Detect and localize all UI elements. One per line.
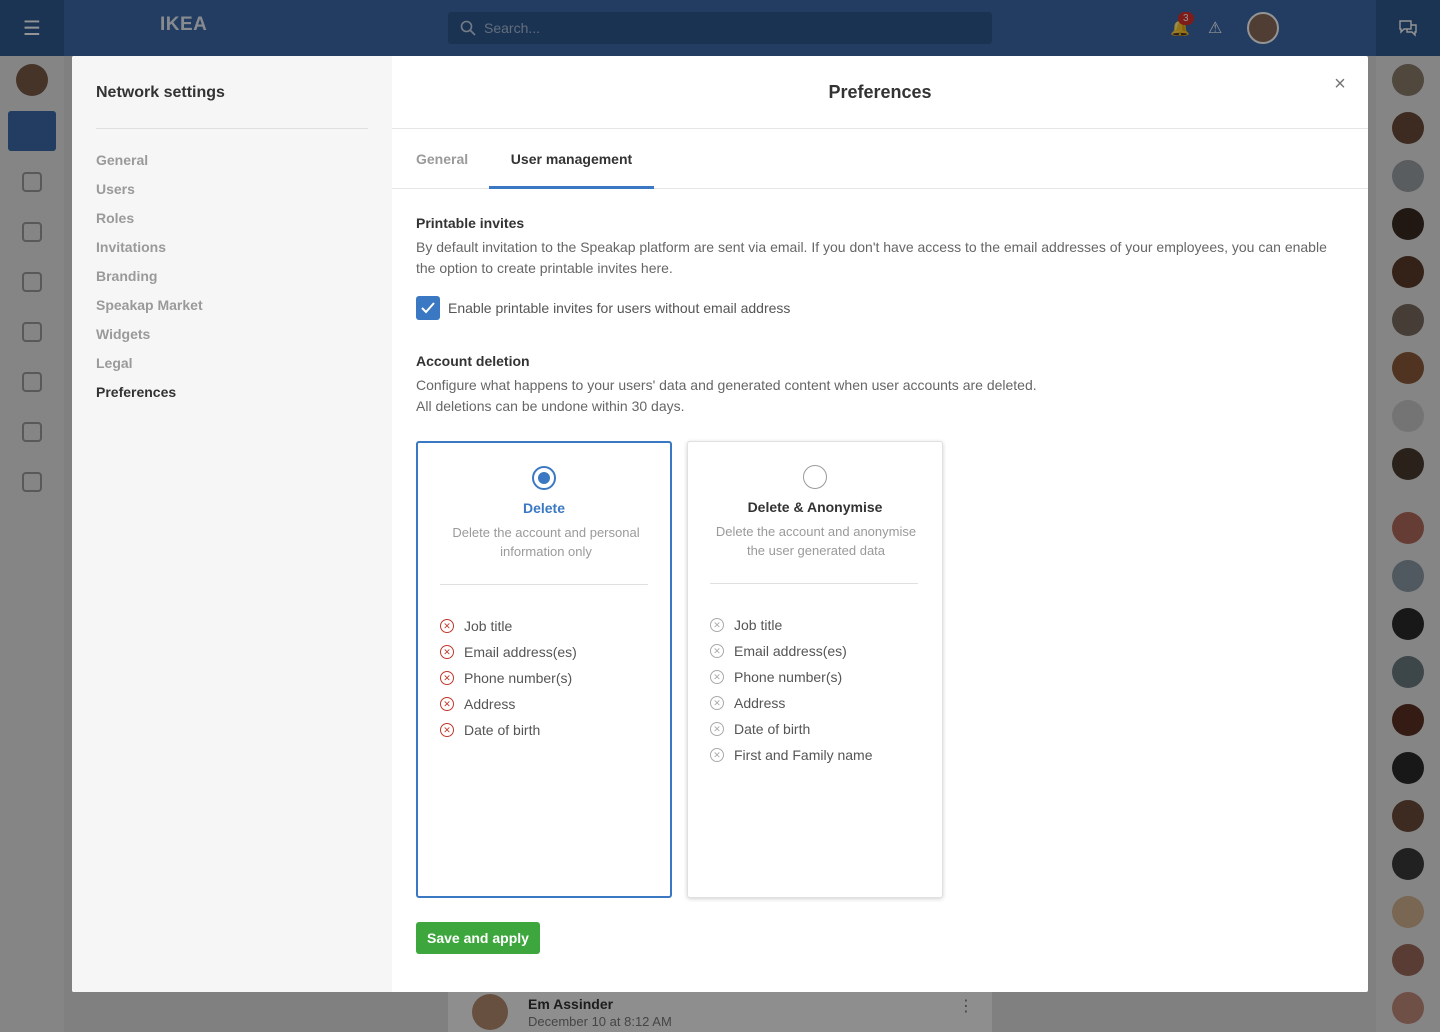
page-title: Preferences <box>828 82 932 102</box>
sidebar-divider <box>96 128 368 129</box>
sidebar-item-preferences[interactable]: Preferences <box>96 384 203 413</box>
sidebar-title: Network settings <box>96 84 225 101</box>
list-item: ✕ Address <box>440 691 577 717</box>
field-label: Address <box>734 695 786 711</box>
field-label: Date of birth <box>464 722 541 738</box>
list-item: ✕ Job title <box>710 612 872 638</box>
field-label: Job title <box>734 617 783 633</box>
option-divider <box>440 584 648 585</box>
delete-anonymise-radio[interactable] <box>803 465 827 489</box>
printable-invites-description: By default invitation to the Speakap pla… <box>416 239 1327 276</box>
sidebar-item-speakap-market[interactable]: Speakap Market <box>96 297 203 326</box>
tab-general[interactable]: General <box>416 129 468 189</box>
field-label: Address <box>464 696 516 712</box>
x-circle-icon: ✕ <box>440 697 454 711</box>
sidebar-item-roles[interactable]: Roles <box>96 210 203 239</box>
x-circle-icon: ✕ <box>440 645 454 659</box>
sidebar-item-branding[interactable]: Branding <box>96 268 203 297</box>
close-icon[interactable]: × <box>1332 74 1348 94</box>
option-title: Delete & Anonymise <box>747 499 883 515</box>
option-divider <box>710 583 918 584</box>
field-label: Email address(es) <box>464 644 577 660</box>
sidebar-item-invitations[interactable]: Invitations <box>96 239 203 268</box>
field-label: Phone number(s) <box>464 670 573 686</box>
settings-sidebar: Network settings General Users Roles Inv… <box>72 56 392 992</box>
list-item: ✕ Address <box>710 690 872 716</box>
x-circle-icon: ✕ <box>710 722 724 736</box>
field-label: Phone number(s) <box>734 669 843 685</box>
x-circle-icon: ✕ <box>710 644 724 658</box>
account-deletion-description-line: Configure what happens to your users' da… <box>416 377 1037 393</box>
printable-invites-option[interactable]: Enable printable invites for users witho… <box>416 296 790 320</box>
save-and-apply-button[interactable]: Save and apply <box>416 922 540 954</box>
x-circle-icon: ✕ <box>710 696 724 710</box>
checkmark-icon <box>421 302 435 314</box>
list-item: ✕ Job title <box>440 613 577 639</box>
x-circle-icon: ✕ <box>440 619 454 633</box>
list-item: ✕ Date of birth <box>440 717 577 743</box>
list-item: ✕ Date of birth <box>710 716 872 742</box>
list-item: ✕ Phone number(s) <box>710 664 872 690</box>
field-label: Job title <box>464 618 513 634</box>
list-item: ✕ First and Family name <box>710 742 872 768</box>
sidebar-item-general[interactable]: General <box>96 152 203 181</box>
settings-content: Preferences × General User management Pr… <box>392 56 1368 992</box>
field-label: Email address(es) <box>734 643 847 659</box>
account-deletion-description-line: All deletions can be undone within 30 da… <box>416 398 685 414</box>
deleted-fields-list: ✕ Job title ✕ Email address(es) ✕ Phone num… <box>440 613 577 743</box>
tab-user-management[interactable]: User management <box>489 129 654 189</box>
printable-invites-checkbox[interactable] <box>416 296 440 320</box>
account-deletion-description: Configure what happens to your users' da… <box>416 375 1336 417</box>
sidebar-item-widgets[interactable]: Widgets <box>96 326 203 355</box>
x-circle-icon: ✕ <box>440 671 454 685</box>
sidebar-menu: General Users Roles Invitations Branding… <box>96 152 203 413</box>
option-description: Delete the account and personal informat… <box>452 525 640 559</box>
tab-bar: General User management <box>392 129 1368 189</box>
sidebar-item-legal[interactable]: Legal <box>96 355 203 384</box>
settings-modal: Network settings General Users Roles Inv… <box>72 56 1368 992</box>
field-label: First and Family name <box>734 747 873 763</box>
x-circle-icon: ✕ <box>710 748 724 762</box>
list-item: ✕ Email address(es) <box>710 638 872 664</box>
printable-invites-title: Printable invites <box>416 215 525 231</box>
field-label: Date of birth <box>734 721 811 737</box>
x-circle-icon: ✕ <box>710 670 724 684</box>
option-title: Delete <box>522 500 566 516</box>
x-circle-icon: ✕ <box>440 723 454 737</box>
list-item: ✕ Phone number(s) <box>440 665 577 691</box>
list-item: ✕ Email address(es) <box>440 639 577 665</box>
delete-anonymise-option-card[interactable]: Delete & Anonymise Delete the account an… <box>687 441 943 898</box>
delete-radio[interactable] <box>532 466 556 490</box>
account-deletion-title: Account deletion <box>416 353 530 369</box>
sidebar-item-users[interactable]: Users <box>96 181 203 210</box>
deleted-fields-list: ✕ Job title ✕ Email address(es) ✕ Phone num… <box>710 612 872 768</box>
printable-invites-checkbox-label: Enable printable invites for users witho… <box>448 300 791 316</box>
x-circle-icon: ✕ <box>710 618 724 632</box>
option-description: Delete the account and anonymise the use… <box>715 524 917 558</box>
delete-option-card[interactable]: Delete Delete the account and personal i… <box>416 441 672 898</box>
